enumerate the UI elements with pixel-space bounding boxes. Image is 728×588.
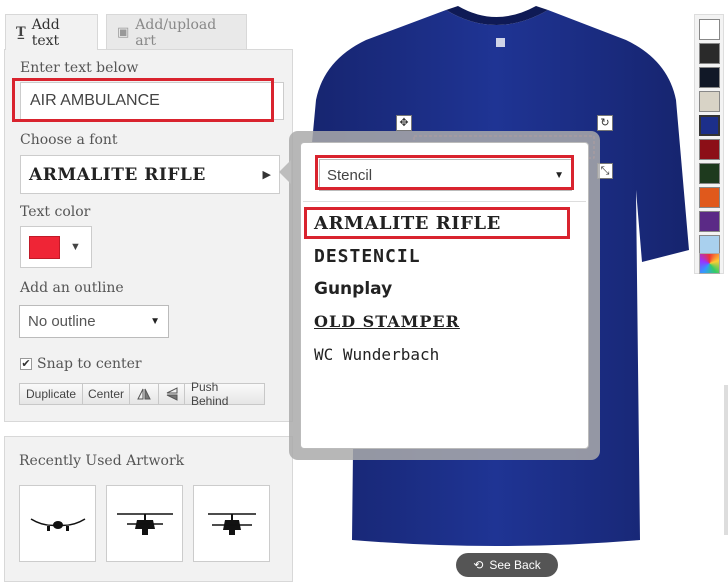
- action-buttons: Duplicate Center Push Behind: [19, 380, 265, 408]
- recent-artwork-title: Recently Used Artwork: [19, 453, 185, 469]
- shirt-color-palette: [694, 14, 724, 274]
- chevron-down-icon: ▼: [554, 169, 564, 181]
- tab-add-upload-art[interactable]: ▣ Add/upload art: [106, 14, 247, 50]
- flip-vertical-icon: [166, 387, 177, 401]
- helicopter-icon: [116, 512, 173, 535]
- snap-checkbox[interactable]: ✔: [20, 358, 32, 370]
- flip-horizontal-button[interactable]: [130, 383, 159, 405]
- flip-horizontal-icon: [137, 388, 151, 400]
- flip-vertical-button[interactable]: [159, 383, 185, 405]
- center-button-label: Center: [87, 387, 125, 401]
- text-panel: Enter text below AIR AMBULANCE Choose a …: [4, 49, 293, 422]
- color-swatch-white[interactable]: [699, 19, 720, 40]
- color-swatch-forest[interactable]: [699, 163, 720, 184]
- snap-label: Snap to center: [37, 356, 142, 372]
- text-input[interactable]: AIR AMBULANCE: [20, 82, 284, 120]
- font-category-select[interactable]: Stencil ▼: [319, 159, 572, 191]
- color-swatch: [29, 235, 60, 259]
- push-behind-button[interactable]: Push Behind: [185, 380, 265, 408]
- popup-pointer: [279, 160, 291, 184]
- recent-artwork-panel: Recently Used Artwork: [4, 436, 293, 582]
- tab-add-text[interactable]: T̲ Add text: [5, 14, 98, 50]
- color-swatch-black[interactable]: [699, 67, 720, 88]
- font-option[interactable]: OLD STAMPER: [314, 312, 460, 331]
- font-option[interactable]: ARMALITE RIFLE: [314, 213, 501, 234]
- rotate-icon[interactable]: ↻: [597, 115, 613, 131]
- recent-artwork-item[interactable]: [19, 485, 96, 562]
- color-swatch-maroon[interactable]: [699, 139, 720, 160]
- image-icon: ▣: [117, 25, 130, 40]
- recent-artwork-item[interactable]: [193, 485, 270, 562]
- helicopter-icon: [207, 512, 256, 535]
- outline-label: Add an outline: [20, 280, 124, 296]
- see-back-button[interactable]: ⟲ See Back: [456, 553, 558, 577]
- outline-select[interactable]: No outline ▼: [19, 305, 169, 338]
- rotate-view-icon: ⟲: [473, 558, 484, 572]
- duplicate-button[interactable]: Duplicate: [19, 383, 83, 405]
- font-popup: Stencil ▼ ARMALITE RIFLE DESTENCIL Gunpl…: [300, 142, 589, 449]
- tab-add-text-label: Add text: [31, 16, 60, 49]
- color-swatch-navy[interactable]: [699, 115, 720, 136]
- scroll-track: [724, 385, 728, 535]
- color-swatch-charcoal[interactable]: [699, 43, 720, 64]
- push-behind-button-label: Push Behind: [191, 380, 229, 408]
- font-category-value: Stencil: [327, 166, 373, 184]
- airplane-icon: [30, 517, 85, 531]
- tab-add-upload-art-label: Add/upload art: [135, 16, 217, 49]
- text-input-value: AIR AMBULANCE: [30, 92, 160, 109]
- text-color-picker[interactable]: ▼: [20, 226, 92, 268]
- see-back-label: See Back: [489, 558, 541, 572]
- center-button[interactable]: Center: [83, 383, 130, 405]
- font-select-value: ARMALITE RIFLE: [29, 164, 206, 185]
- duplicate-button-label: Duplicate: [25, 387, 77, 401]
- font-option[interactable]: WC Wunderbach: [314, 345, 439, 364]
- color-swatch-sand[interactable]: [699, 91, 720, 112]
- color-swatch-orange[interactable]: [699, 187, 720, 208]
- font-option[interactable]: DESTENCIL: [314, 246, 421, 267]
- font-select[interactable]: ARMALITE RIFLE ▶: [20, 155, 280, 194]
- chevron-right-icon: ▶: [262, 169, 271, 181]
- recent-artwork-item[interactable]: [106, 485, 183, 562]
- text-icon: T̲: [16, 25, 26, 40]
- multicolor-icon[interactable]: [699, 253, 720, 274]
- snap-to-center[interactable]: ✔ Snap to center: [20, 356, 142, 372]
- divider: [303, 201, 586, 202]
- move-icon[interactable]: ✥: [396, 115, 412, 131]
- enter-text-label: Enter text below: [20, 60, 139, 76]
- text-color-label: Text color: [20, 204, 91, 220]
- font-option[interactable]: Gunplay: [314, 279, 392, 299]
- choose-font-label: Choose a font: [20, 132, 118, 148]
- chevron-down-icon: ▼: [70, 241, 81, 253]
- chevron-down-icon: ▼: [150, 316, 160, 327]
- outline-select-value: No outline: [28, 313, 96, 330]
- color-swatch-purple[interactable]: [699, 211, 720, 232]
